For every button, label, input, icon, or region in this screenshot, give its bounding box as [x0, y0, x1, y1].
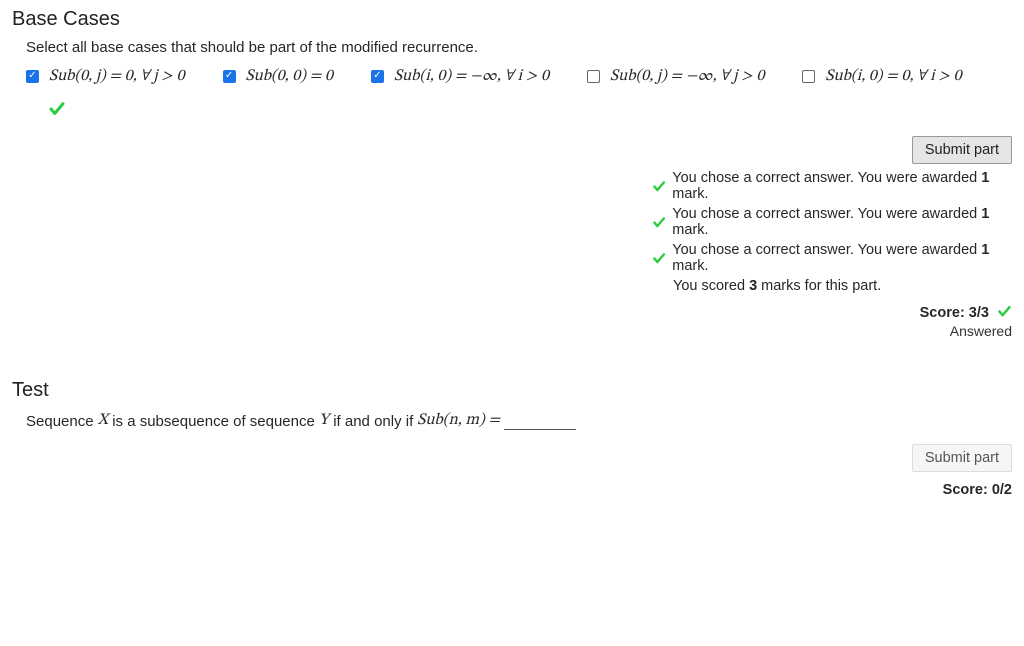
score-line: Score: 0/2 — [12, 482, 1012, 498]
score-text: Score: 3/3 — [920, 305, 989, 321]
math-var: Y — [319, 410, 329, 430]
choice-formula: Sub(i, 0) = −∞, ∀ i > 0 — [394, 66, 549, 86]
test-prompt: Sequence X is a subsequence of sequence … — [26, 410, 1012, 430]
choice-formula: Sub(0, j) = 0, ∀ j > 0 — [49, 66, 185, 86]
result-indicator — [48, 100, 1012, 118]
checkbox-icon — [587, 70, 600, 83]
score-line: Score: 3/3 — [12, 304, 1012, 321]
feedback-line: You chose a correct answer. You were awa… — [652, 170, 1012, 202]
feedback-bold: 3 — [749, 278, 757, 294]
feedback-text: mark. — [672, 258, 708, 274]
choice-2[interactable]: ✓ Sub(0, 0) = 0 — [223, 66, 333, 86]
prompt-text: if and only if — [333, 413, 413, 430]
section-title-base-cases: Base Cases — [12, 8, 1012, 31]
feedback-line: You chose a correct answer. You were awa… — [652, 242, 1012, 274]
feedback-text: mark. — [672, 186, 708, 202]
math-var: X — [98, 410, 109, 430]
feedback-text: You chose a correct answer. You were awa… — [672, 242, 981, 258]
answer-input[interactable] — [504, 411, 576, 430]
check-icon — [652, 179, 666, 194]
math-expr: Sub(n, m) = — [417, 410, 500, 430]
feedback-text: mark. — [672, 222, 708, 238]
feedback-text: marks for this part. — [757, 278, 881, 294]
feedback-line: You chose a correct answer. You were awa… — [652, 206, 1012, 238]
checkbox-icon — [802, 70, 815, 83]
section-title-test: Test — [12, 379, 1012, 402]
choice-4[interactable]: Sub(0, j) = −∞, ∀ j > 0 — [587, 66, 764, 86]
choice-5[interactable]: Sub(i, 0) = 0, ∀ i > 0 — [802, 66, 961, 86]
instruction-text: Select all base cases that should be par… — [26, 39, 1012, 56]
submit-part-button[interactable]: Submit part — [912, 444, 1012, 472]
feedback-block: You chose a correct answer. You were awa… — [652, 170, 1012, 294]
checkbox-icon: ✓ — [371, 70, 384, 83]
feedback-text: You chose a correct answer. You were awa… — [672, 170, 981, 186]
check-icon — [48, 100, 66, 118]
check-icon — [652, 251, 666, 266]
check-icon — [997, 304, 1012, 319]
prompt-text: is a subsequence of sequence — [112, 413, 315, 430]
answered-label: Answered — [12, 323, 1012, 339]
feedback-bold: 1 — [981, 242, 989, 258]
feedback-line: You scored 3 marks for this part. — [652, 278, 1012, 294]
feedback-bold: 1 — [981, 206, 989, 222]
check-icon — [652, 215, 666, 230]
checkbox-icon: ✓ — [223, 70, 236, 83]
checkbox-icon: ✓ — [26, 70, 39, 83]
score-text: Score: 0/2 — [943, 482, 1012, 498]
prompt-text: Sequence — [26, 413, 94, 430]
submit-part-button[interactable]: Submit part — [912, 136, 1012, 164]
choice-formula: Sub(0, j) = −∞, ∀ j > 0 — [610, 66, 764, 86]
feedback-text: You scored — [673, 278, 749, 294]
feedback-text: You chose a correct answer. You were awa… — [672, 206, 981, 222]
choice-formula: Sub(0, 0) = 0 — [246, 66, 333, 86]
choices-group: ✓ Sub(0, j) = 0, ∀ j > 0 ✓ Sub(0, 0) = 0… — [26, 66, 1012, 86]
choice-formula: Sub(i, 0) = 0, ∀ i > 0 — [825, 66, 961, 86]
choice-1[interactable]: ✓ Sub(0, j) = 0, ∀ j > 0 — [26, 66, 185, 86]
choice-3[interactable]: ✓ Sub(i, 0) = −∞, ∀ i > 0 — [371, 66, 549, 86]
feedback-bold: 1 — [981, 170, 989, 186]
